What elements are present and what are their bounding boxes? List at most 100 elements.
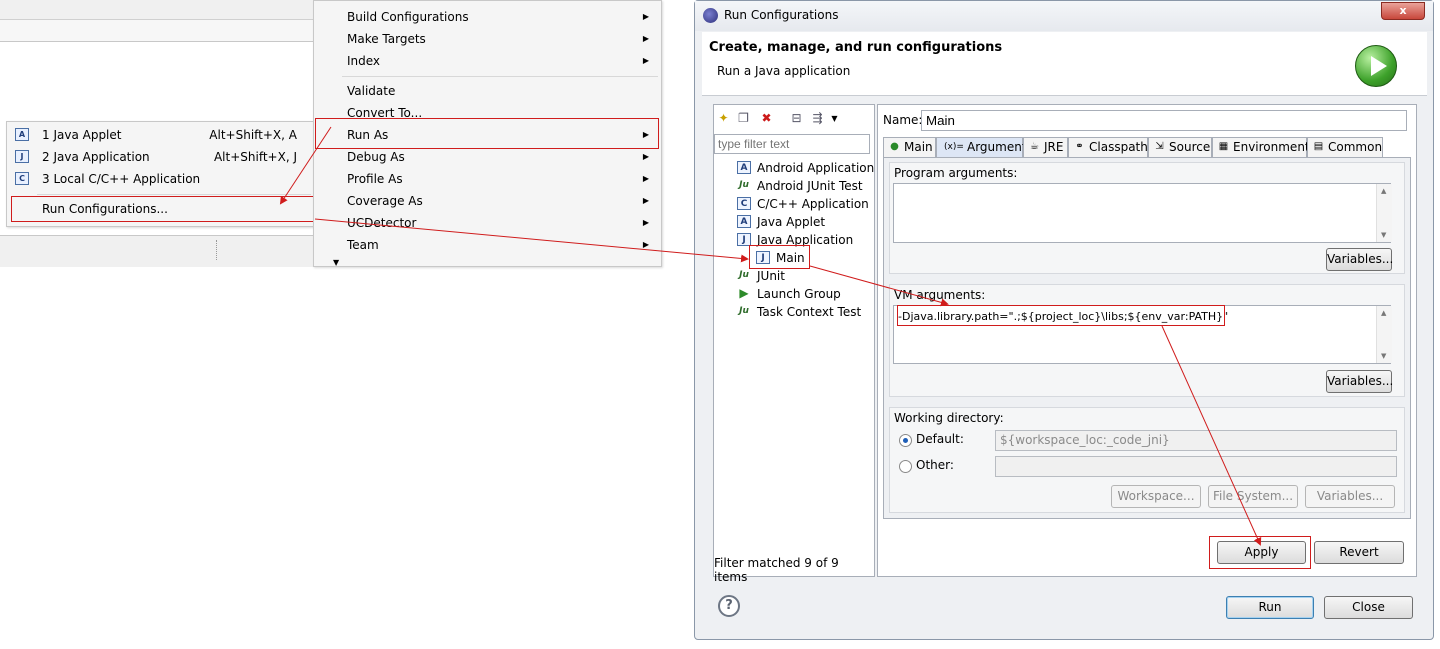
menu-item-coverage-as[interactable]: Coverage As ▶: [347, 190, 659, 212]
default-label: Default:: [916, 432, 964, 446]
close-window-button[interactable]: x: [1381, 2, 1425, 20]
program-arguments-group: Program arguments: ▲ ▼ Variables...: [889, 162, 1405, 274]
program-arguments-label: Program arguments:: [894, 166, 1018, 180]
submenu-item-java-application[interactable]: J 2 Java Application Alt+Shift+X, J: [15, 146, 297, 168]
tree-item-android-application[interactable]: A Android Application: [737, 159, 874, 177]
default-radio[interactable]: [899, 434, 912, 447]
tree-item-java-applet[interactable]: A Java Applet: [737, 213, 826, 231]
submenu-arrow-icon: ▶: [642, 196, 649, 205]
menu-item-index[interactable]: Index ▶: [347, 50, 659, 72]
arguments-tab-icon: (x)=: [944, 142, 964, 152]
menu-item-label: Make Targets: [347, 32, 426, 46]
filter-status: Filter matched 9 of 9 items: [714, 556, 839, 584]
dialog-header: Create, manage, and run configurations R…: [702, 32, 1427, 96]
configuration-tree-pane: ✦ ❐ ✖ ⊟ ⇶ ▼ A Android Application Ju And…: [713, 104, 875, 584]
menu-separator: [37, 194, 311, 195]
android-junit-icon: Ju: [739, 180, 749, 190]
tab-jre[interactable]: ☕ JRE: [1023, 137, 1068, 157]
program-arguments-scrollbar[interactable]: ▲ ▼: [1376, 184, 1392, 242]
vm-arguments-scrollbar[interactable]: ▲ ▼: [1376, 306, 1392, 363]
menu-item-profile-as[interactable]: Profile As ▶: [347, 168, 659, 190]
menu-item-debug-as[interactable]: Debug As ▶: [347, 146, 659, 168]
program-arguments-variables-button[interactable]: Variables...: [1326, 248, 1393, 271]
menu-item-build-configurations[interactable]: Build Configurations ▶: [347, 6, 659, 28]
submenu-arrow-icon: ▶: [642, 56, 649, 65]
working-directory-group: Working directory: Default: ${workspace_…: [889, 407, 1405, 513]
close-button[interactable]: Close: [1324, 596, 1413, 619]
filter-icon[interactable]: ⇶: [810, 111, 825, 126]
header-title: Create, manage, and run configurations: [709, 40, 1003, 55]
tree-item-android-junit-test[interactable]: Ju Android JUnit Test: [739, 177, 863, 195]
vm-arguments-group: VM arguments: -Djava.library.path=".;${p…: [889, 284, 1405, 397]
menu-more-icon[interactable]: ▼: [333, 257, 345, 269]
name-input[interactable]: [921, 110, 1407, 131]
tree-item-label: Java Applet: [757, 215, 826, 229]
other-radio[interactable]: [899, 460, 912, 473]
menu-item-ucdetector[interactable]: UCDetector ▶: [347, 212, 659, 234]
menu-item-validate[interactable]: Validate: [347, 80, 659, 102]
vm-arguments-label: VM arguments:: [894, 288, 986, 302]
filter-input[interactable]: [714, 134, 870, 154]
tree-item-task-context-test[interactable]: Ju Task Context Test: [739, 303, 862, 321]
highlight-vm-arguments: [897, 305, 1225, 326]
menu-item-label: Validate: [347, 84, 396, 98]
delete-icon[interactable]: ✖: [759, 111, 774, 126]
android-application-icon: A: [737, 161, 751, 174]
submenu-item-label: 2 Java Application: [42, 150, 150, 164]
submenu-item-label: 3 Local C/C++ Application: [42, 172, 201, 186]
tab-classpath[interactable]: ⚭ Classpath: [1068, 137, 1148, 157]
highlight-run-as: [315, 118, 659, 149]
c-application-icon: C: [737, 197, 751, 210]
file-system-button[interactable]: File System...: [1208, 485, 1298, 508]
tree-item-c-application[interactable]: C C/C++ Application: [737, 195, 869, 213]
menu-item-team[interactable]: Team ▶: [347, 234, 659, 256]
tab-common[interactable]: ▤ Common: [1307, 137, 1383, 157]
tree-item-label: Android JUnit Test: [757, 179, 863, 193]
background-toolbar: [0, 0, 313, 20]
junit-icon: Ju: [739, 270, 749, 280]
collapse-all-icon[interactable]: ⊟: [789, 111, 804, 126]
scroll-down-icon: ▼: [1381, 231, 1387, 239]
tab-label: Main: [904, 140, 933, 154]
duplicate-icon[interactable]: ❐: [736, 111, 751, 126]
menu-item-label: Coverage As: [347, 194, 423, 208]
eclipse-icon: [703, 8, 718, 23]
tree-item-junit[interactable]: Ju JUnit: [739, 267, 785, 285]
tab-strip: ● Main (x)= Arguments ☕ JRE ⚭ Classpath …: [883, 137, 1411, 157]
filter-menu-chevron-down-icon[interactable]: ▼: [827, 111, 842, 126]
scroll-up-icon: ▲: [1381, 309, 1387, 317]
highlight-main-config: [749, 245, 810, 269]
new-configuration-icon[interactable]: ✦: [716, 111, 731, 126]
menu-item-label: Index: [347, 54, 381, 68]
revert-button[interactable]: Revert: [1314, 541, 1404, 564]
java-application-icon: J: [15, 150, 29, 163]
tab-main[interactable]: ● Main: [883, 137, 936, 157]
shortcut-label: Alt+Shift+X, A: [209, 128, 297, 142]
scroll-up-icon: ▲: [1381, 187, 1387, 195]
submenu-item-java-applet[interactable]: A 1 Java Applet Alt+Shift+X, A: [15, 124, 297, 146]
jre-tab-icon: ☕: [1030, 141, 1039, 152]
working-directory-variables-button[interactable]: Variables...: [1305, 485, 1395, 508]
help-icon[interactable]: ?: [718, 595, 740, 617]
tab-environment[interactable]: ▦ Environment: [1212, 137, 1310, 157]
main-tab-icon: ●: [890, 141, 899, 152]
tab-label: JRE: [1044, 140, 1064, 154]
tree-item-label: C/C++ Application: [757, 197, 869, 211]
run-button[interactable]: Run: [1226, 596, 1314, 619]
program-arguments-textarea[interactable]: [893, 183, 1391, 243]
vm-arguments-variables-button[interactable]: Variables...: [1326, 370, 1393, 393]
menu-item-make-targets[interactable]: Make Targets ▶: [347, 28, 659, 50]
source-tab-icon: ⇲: [1155, 141, 1164, 152]
workspace-button[interactable]: Workspace...: [1111, 485, 1201, 508]
submenu-item-c-application[interactable]: C 3 Local C/C++ Application: [15, 168, 297, 190]
background-tab-strip: [0, 20, 313, 42]
menu-item-label: Debug As: [347, 150, 405, 164]
submenu-arrow-icon: ▶: [642, 218, 649, 227]
working-directory-label: Working directory:: [894, 411, 1004, 425]
tree-item-label: Task Context Test: [757, 305, 862, 319]
tab-arguments[interactable]: (x)= Arguments: [936, 137, 1033, 157]
tab-source[interactable]: ⇲ Source: [1148, 137, 1212, 157]
menu-item-label: Build Configurations: [347, 10, 469, 24]
tree-item-launch-group[interactable]: ▶ Launch Group: [739, 285, 840, 303]
default-directory-field: ${workspace_loc:_code_jni}: [995, 430, 1397, 451]
